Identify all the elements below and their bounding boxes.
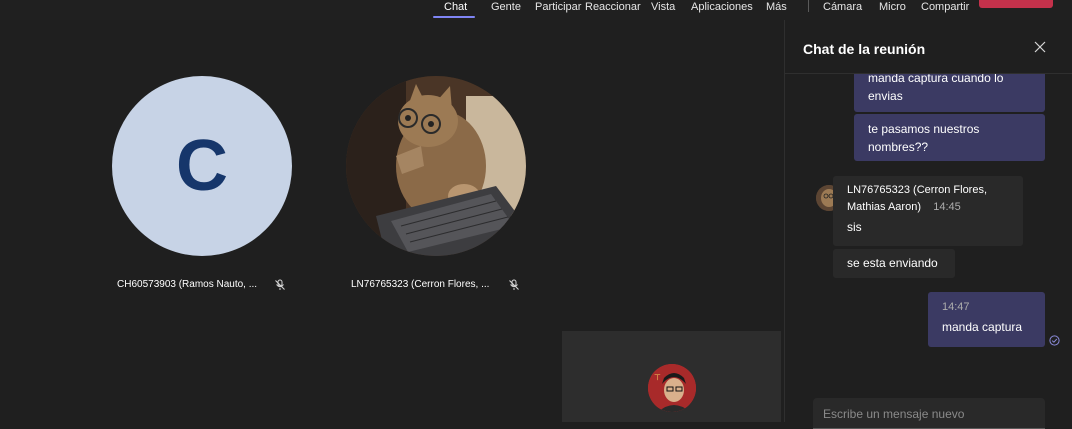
toolbar-chat-button[interactable]: Chat [444,0,467,16]
self-avatar: ⊤ [648,364,696,412]
message-text: manda captura [942,320,1023,334]
chat-messages[interactable]: manda captura cuando lo envias te pasamo… [785,74,1072,422]
compose-box[interactable] [813,398,1045,429]
participant-avatar-photo[interactable] [346,76,526,256]
toolbar-join-button[interactable]: Participar [535,0,581,16]
message-time: 14:45 [933,201,961,213]
toolbar-divider [808,0,809,12]
toolbar-share-button[interactable]: Compartir [921,0,969,16]
toolbar-more-button[interactable]: Más [766,0,787,16]
chat-header: Chat de la reunión [785,20,1072,74]
message-text: envias [868,89,903,103]
message-text: manda captura cuando lo [868,74,1004,85]
read-receipt-icon [1049,335,1060,346]
message-input[interactable] [823,407,1033,421]
sender-name: LN76765323 (Cerron Flores, [847,184,988,196]
self-photo-illustration: ⊤ [648,364,696,412]
message-text: sis [847,220,862,234]
mic-off-icon [509,279,519,290]
meeting-toolbar: Chat Gente Participar Reaccionar Vista A… [0,0,1072,20]
participant-avatar[interactable]: C [112,76,292,256]
toolbar-view-button[interactable]: Vista [651,0,675,16]
avatar-initial: C [176,126,228,206]
message-text: te pasamos nuestros [868,122,980,136]
own-message: manda captura cuando lo envias [854,74,1045,112]
self-view-tile[interactable]: ⊤ [562,331,781,422]
svg-text:⊤: ⊤ [654,373,661,382]
own-message: te pasamos nuestros nombres?? [854,114,1045,161]
message-text: nombres?? [868,140,929,154]
other-message: se esta enviando [833,249,955,278]
message-text: se esta enviando [847,256,938,270]
mic-off-icon [275,279,285,290]
own-message: 14:47 manda captura [928,292,1045,347]
toolbar-apps-button[interactable]: Aplicaciones [691,0,753,16]
toolbar-people-button[interactable]: Gente [491,0,521,16]
chat-title: Chat de la reunión [803,41,926,57]
meeting-chat-panel: Chat de la reunión manda captura cuando … [784,20,1072,429]
leave-button[interactable] [979,0,1053,8]
close-icon[interactable] [1034,41,1046,53]
cat-photo-illustration [346,76,526,256]
other-message: LN76765323 (Cerron Flores, Mathias Aaron… [833,176,1023,246]
participant-name: CH60573903 (Ramos Nauto, ... [117,279,258,290]
toolbar-camera-button[interactable]: Cámara [823,0,862,16]
toolbar-mic-button[interactable]: Micro [879,0,906,16]
sender-name: Mathias Aaron) [847,201,921,213]
toolbar-react-button[interactable]: Reaccionar [585,0,641,16]
active-tab-indicator [433,16,475,18]
participant-name: LN76765323 (Cerron Flores, ... [351,279,490,290]
message-time: 14:47 [942,301,970,313]
